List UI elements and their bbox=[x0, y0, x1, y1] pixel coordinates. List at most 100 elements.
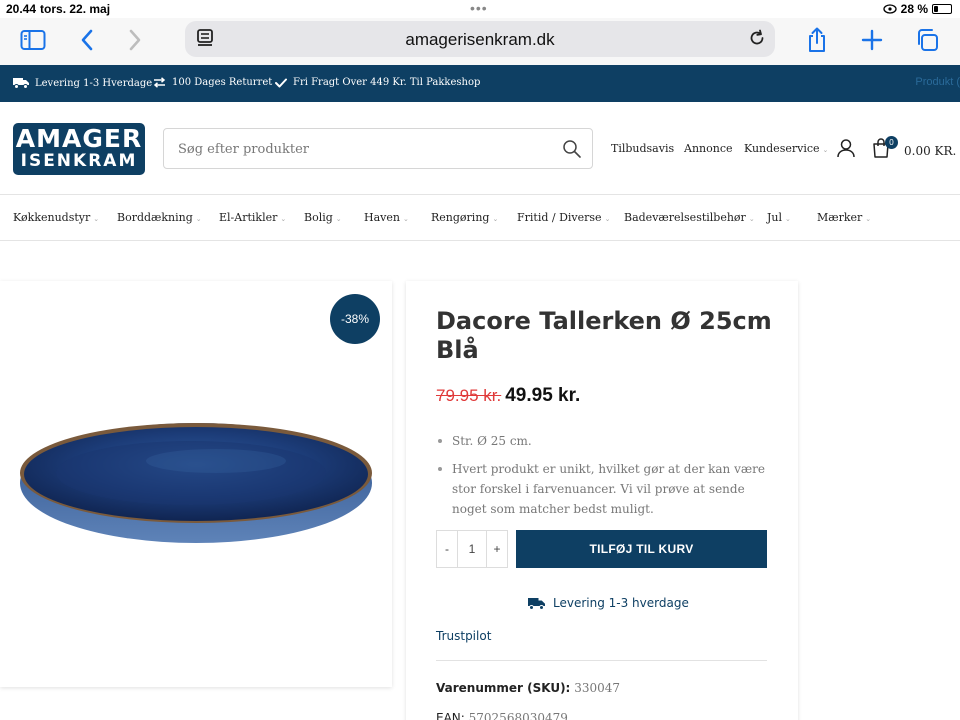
status-time: 20.44 tors. 22. maj bbox=[6, 2, 111, 16]
header-link-kundeservice[interactable]: Kundeservice ⌄ bbox=[744, 142, 828, 155]
usp-delivery: Levering 1-3 Hverdage bbox=[13, 77, 152, 89]
multitasking-dots-icon[interactable]: ••• bbox=[470, 0, 488, 16]
chevron-down-icon: ⌄ bbox=[335, 215, 342, 223]
nav-label: Haven bbox=[364, 211, 400, 224]
usp-returns: 100 Dages Returret bbox=[153, 77, 272, 88]
usp-delivery-text: Levering 1-3 Hverdage bbox=[35, 77, 153, 89]
nav-label: Rengøring bbox=[431, 211, 490, 224]
nav-item-el-artikler[interactable]: El-Artikler ⌄ bbox=[219, 211, 286, 224]
truck-icon bbox=[13, 78, 29, 89]
chevron-down-icon: ⌄ bbox=[822, 146, 829, 154]
chevron-down-icon: ⌄ bbox=[195, 215, 202, 223]
sku-value: 330047 bbox=[574, 681, 620, 695]
user-account-icon[interactable] bbox=[836, 138, 856, 163]
battery-icon bbox=[932, 4, 952, 14]
status-bar: 20.44 tors. 22. maj ••• 28 % bbox=[0, 0, 960, 18]
nav-item-jul[interactable]: Jul ⌄ bbox=[767, 211, 791, 224]
chevron-down-icon: ⌄ bbox=[492, 215, 499, 223]
logo-line-2: ISENKRAM bbox=[20, 151, 138, 171]
search-placeholder: Søg efter produkter bbox=[178, 142, 310, 157]
tabs-overview-icon[interactable] bbox=[912, 26, 942, 54]
nav-item-badevaerelsestilbehor[interactable]: Badeværelsestilbehør ⌄ bbox=[624, 211, 755, 224]
chevron-down-icon: ⌄ bbox=[604, 215, 611, 223]
quantity-input[interactable]: 1 bbox=[457, 531, 487, 567]
add-to-cart-button[interactable]: TILFØJ TIL KURV bbox=[516, 530, 767, 568]
ean-label: EAN: bbox=[436, 711, 465, 720]
nav-item-kokkenudstyr[interactable]: Køkkenudstyr ⌄ bbox=[13, 211, 99, 224]
status-right: 28 % bbox=[882, 2, 952, 16]
quantity-increase-button[interactable]: + bbox=[487, 531, 507, 567]
description-item: Hvert produkt er unikt, hvilket gør at d… bbox=[436, 459, 776, 519]
delivery-info: Levering 1-3 hverdage bbox=[528, 596, 689, 610]
product-image-plate[interactable] bbox=[16, 421, 376, 551]
usp-bar: Levering 1-3 Hverdage 100 Dages Returret… bbox=[0, 65, 960, 102]
address-bar[interactable]: amagerisenkram.dk bbox=[185, 21, 775, 57]
chevron-down-icon: ⌄ bbox=[785, 215, 791, 223]
checkmark-icon bbox=[275, 78, 287, 87]
cart-total[interactable]: 0.00 KR. bbox=[904, 144, 956, 158]
discount-badge: -38% bbox=[330, 294, 380, 344]
chevron-down-icon: ⌄ bbox=[280, 215, 287, 223]
usp-shipping: Fri Fragt Over 449 Kr. Til Pakkeshop bbox=[275, 77, 480, 88]
forward-icon[interactable] bbox=[120, 26, 150, 54]
quantity-decrease-button[interactable]: - bbox=[437, 531, 457, 567]
main-nav: Køkkenudstyr ⌄ Borddækning ⌄ El-Artikler ⌄ … bbox=[0, 196, 960, 241]
battery-percent: 28 % bbox=[900, 2, 928, 16]
nav-label: Bolig bbox=[304, 211, 333, 224]
nav-item-haven[interactable]: Haven ⌄ bbox=[364, 211, 409, 224]
chevron-down-icon: ⌄ bbox=[93, 215, 100, 223]
nav-label: Fritid / Diverse bbox=[517, 211, 602, 224]
new-tab-icon[interactable] bbox=[857, 26, 887, 54]
nav-label: Borddækning bbox=[117, 211, 193, 224]
focus-icon bbox=[882, 4, 897, 14]
status-date: tors. 22. maj bbox=[40, 2, 111, 16]
logo-line-1: AMAGER bbox=[15, 124, 143, 153]
product-info-card: Dacore Tallerken Ø 25cm Blå 79.95 kr. 49… bbox=[406, 281, 798, 720]
divider bbox=[436, 660, 767, 661]
nav-label: Mærker bbox=[817, 211, 863, 224]
price: 79.95 kr. 49.95 kr. bbox=[436, 385, 580, 407]
reload-icon[interactable] bbox=[747, 28, 767, 53]
truck-icon bbox=[528, 597, 545, 610]
quantity-stepper: - 1 + bbox=[436, 530, 508, 568]
usp-shipping-text: Fri Fragt Over 449 Kr. Til Pakkeshop bbox=[293, 77, 481, 88]
browser-toolbar: amagerisenkram.dk bbox=[0, 18, 960, 65]
search-input[interactable]: Søg efter produkter bbox=[163, 128, 593, 169]
product-title: Dacore Tallerken Ø 25cm Blå bbox=[436, 307, 772, 364]
sku: Varenummer (SKU): 330047 bbox=[436, 681, 620, 695]
sale-price: 49.95 kr. bbox=[505, 385, 581, 406]
nav-item-borddaekning[interactable]: Borddækning ⌄ bbox=[117, 211, 202, 224]
nav-label: El-Artikler bbox=[219, 211, 278, 224]
url-text: amagerisenkram.dk bbox=[405, 30, 555, 49]
nav-item-rengoring[interactable]: Rengøring ⌄ bbox=[431, 211, 498, 224]
nav-label: Badeværelsestilbehør bbox=[624, 211, 746, 224]
description-item: Str. Ø 25 cm. bbox=[436, 431, 776, 451]
product-description: Str. Ø 25 cm. Hvert produkt er unikt, hv… bbox=[436, 431, 776, 527]
nav-label: Jul bbox=[767, 211, 783, 224]
ean-value: 5702568030479 bbox=[468, 711, 568, 720]
product-image-card: -38% bbox=[0, 281, 392, 687]
share-icon[interactable] bbox=[802, 26, 832, 54]
ean: EAN: 5702568030479 bbox=[436, 711, 568, 720]
header-link-annonce[interactable]: Annonce bbox=[684, 142, 733, 155]
nav-item-bolig[interactable]: Bolig ⌄ bbox=[304, 211, 342, 224]
usp-returns-text: 100 Dages Returret bbox=[172, 77, 273, 88]
trustpilot-link[interactable]: Trustpilot bbox=[436, 629, 491, 643]
nav-item-maerker[interactable]: Mærker ⌄ bbox=[817, 211, 871, 224]
chevron-down-icon: ⌄ bbox=[865, 215, 872, 223]
sidebar-toggle-icon[interactable] bbox=[18, 26, 48, 54]
nav-item-fritid-diverse[interactable]: Fritid / Diverse ⌄ bbox=[517, 211, 610, 224]
sku-label: Varenummer (SKU): bbox=[436, 681, 571, 695]
info-bar-edge-text[interactable]: Produkt ( bbox=[915, 76, 960, 88]
nav-label: Køkkenudstyr bbox=[13, 211, 91, 224]
site-logo[interactable]: AMAGER ISENKRAM bbox=[13, 123, 145, 175]
delivery-text: Levering 1-3 hverdage bbox=[553, 596, 689, 610]
back-icon[interactable] bbox=[72, 26, 102, 54]
kundeservice-label: Kundeservice bbox=[744, 142, 820, 155]
chevron-down-icon: ⌄ bbox=[402, 215, 409, 223]
old-price: 79.95 kr. bbox=[436, 386, 502, 405]
search-icon[interactable] bbox=[562, 139, 582, 164]
site-header: AMAGER ISENKRAM Søg efter produkter Tilb… bbox=[0, 102, 960, 195]
exchange-arrows-icon bbox=[153, 77, 166, 88]
header-link-tilbudsavis[interactable]: Tilbudsavis bbox=[611, 142, 674, 155]
